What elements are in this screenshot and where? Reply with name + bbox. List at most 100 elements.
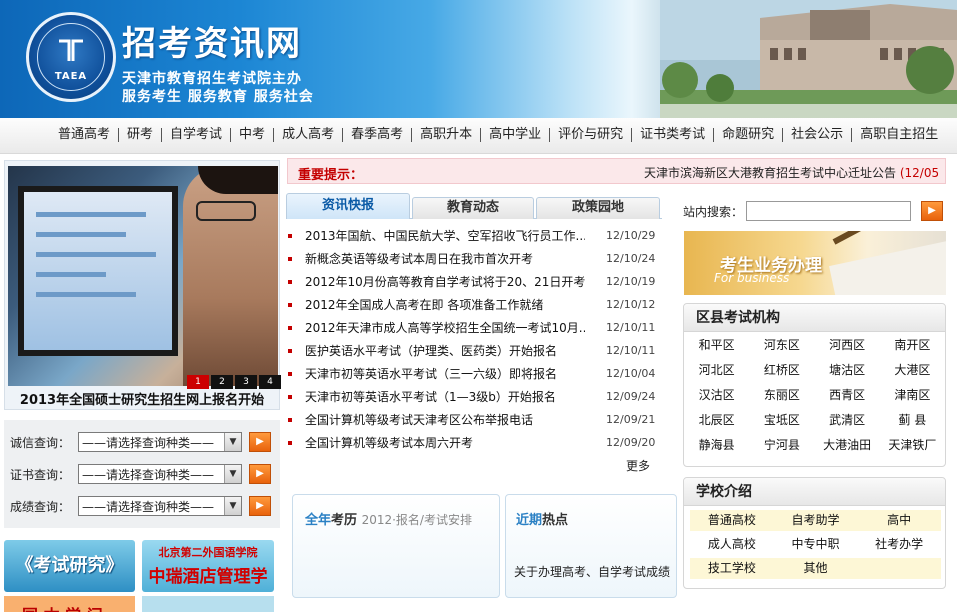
slide-pager: 1 2 3 4 (185, 375, 281, 389)
tab-news-flash[interactable]: 资讯快报 (286, 193, 410, 219)
district-link[interactable]: 静海县 (684, 436, 749, 455)
search-input[interactable] (746, 201, 911, 221)
news-date: 12/09/20 (606, 436, 656, 449)
more-link[interactable]: 更多 (626, 457, 650, 474)
school-link[interactable]: 普通高校 (690, 510, 774, 531)
exam-calendar-box[interactable]: 全年考历 2012·报名/考试安排 (292, 494, 500, 598)
nav-item-public-notice[interactable]: 社会公示 (783, 128, 853, 142)
pen-icon (832, 231, 933, 245)
bottom-left-banner[interactable]: 国 本 学 问 (4, 596, 135, 612)
news-title[interactable]: 新概念英语等级考试本周日在我市首次开考 (305, 249, 585, 269)
nav-item-evaluation[interactable]: 评价与研究 (550, 128, 633, 142)
nav-item-vocational-admission[interactable]: 高职自主招生 (852, 128, 946, 142)
district-link[interactable]: 河北区 (684, 361, 749, 380)
district-link[interactable]: 天津铁厂 (880, 436, 945, 455)
slide-page-1[interactable]: 1 (187, 375, 209, 389)
integrity-query-select[interactable]: ——请选择查询种类—— ▼ (78, 432, 242, 452)
slide-page-3[interactable]: 3 (235, 375, 257, 389)
school-link[interactable]: 自考助学 (773, 510, 858, 531)
district-link[interactable]: 津南区 (880, 386, 945, 405)
site-logo[interactable]: TAEA (26, 12, 116, 102)
score-query-label: 成绩查询： (10, 499, 71, 514)
district-link[interactable]: 汉沽区 (684, 386, 749, 405)
district-link[interactable]: 宁河县 (749, 436, 814, 455)
slide-page-2[interactable]: 2 (211, 375, 233, 389)
cert-query-label: 证书查询： (10, 467, 71, 482)
hotel-school-banner[interactable]: 北京第二外国语学院 中瑞酒店管理学院 (142, 540, 274, 592)
site-subtitle-organizer: 天津市教育招生考试院主办 (122, 71, 302, 87)
district-link[interactable]: 东丽区 (749, 386, 814, 405)
district-link[interactable]: 大港油田 (815, 436, 880, 455)
news-title[interactable]: 天津市初等英语水平考试（三一六级）即将报名 (305, 364, 585, 384)
list-item: 天津市初等英语水平考试（1—3级b）开始报名 12/09/24 (288, 387, 662, 410)
building-photo (660, 0, 957, 118)
school-link[interactable]: 其他 (773, 558, 858, 579)
school-link[interactable]: 成人高校 (690, 534, 774, 555)
district-link[interactable]: 西青区 (815, 386, 880, 405)
cert-query-row: 证书查询： ——请选择查询种类—— ▼ ▶ (10, 464, 271, 484)
news-title[interactable]: 2012年10月份高等教育自学考试将于20、21日开考 (305, 272, 585, 292)
news-date: 12/10/24 (606, 252, 656, 265)
chevron-down-icon[interactable]: ▼ (224, 433, 241, 451)
nav-item-zhongkao[interactable]: 中考 (231, 128, 275, 142)
site-title: 招考资讯网 (122, 24, 302, 64)
district-link[interactable]: 和平区 (684, 336, 749, 355)
bottom-right-banner[interactable] (142, 596, 274, 612)
district-link[interactable]: 北辰区 (684, 411, 749, 430)
district-link[interactable]: 宝坻区 (749, 411, 814, 430)
score-query-button[interactable]: ▶ (249, 496, 271, 516)
nav-item-self-study[interactable]: 自学考试 (162, 128, 232, 142)
cert-query-button[interactable]: ▶ (249, 464, 271, 484)
tab-education-news[interactable]: 教育动态 (412, 197, 534, 219)
query-panel: 诚信查询： ——请选择查询种类—— ▼ ▶ 证书查询： ——请选择查询种类—— … (4, 420, 280, 528)
school-link[interactable]: 中专中职 (773, 534, 858, 555)
slide-page-4[interactable]: 4 (259, 375, 281, 389)
nav-item-question-research[interactable]: 命题研究 (714, 128, 784, 142)
news-title[interactable]: 医护英语水平考试（护理类、医药类）开始报名 (305, 341, 585, 361)
school-panel-title: 学校介绍 (684, 478, 945, 506)
exam-research-banner[interactable]: 《考试研究》 (4, 540, 135, 592)
news-title[interactable]: 2013年国航、中国民航大学、空军招收飞行员工作... (305, 226, 585, 246)
site-slogan: 服务考生 服务教育 服务社会 (122, 89, 314, 105)
candidate-business-banner[interactable]: 考生业务办理 For business (684, 231, 946, 295)
district-link[interactable]: 蓟 县 (880, 411, 945, 430)
district-link[interactable]: 南开区 (880, 336, 945, 355)
school-link[interactable]: 高中 (857, 510, 941, 531)
chevron-down-icon[interactable]: ▼ (224, 465, 241, 483)
district-link[interactable]: 塘沽区 (815, 361, 880, 380)
news-title[interactable]: 天津市初等英语水平考试（1—3级b）开始报名 (305, 387, 585, 407)
news-title[interactable]: 全国计算机等级考试天津考区公布举报电话 (305, 410, 585, 430)
important-notice: 重要提示： 天津市滨海新区大港教育招生考试中心迁址公告 (12/05 (287, 158, 946, 184)
list-item: 2013年国航、中国民航大学、空军招收飞行员工作... 12/10/29 (288, 226, 662, 249)
nav-item-spring-exam[interactable]: 春季高考 (343, 128, 413, 142)
score-query-select[interactable]: ——请选择查询种类—— ▼ (78, 496, 242, 516)
news-title[interactable]: 2012年全国成人高考在即 各项准备工作就绪 (305, 295, 585, 315)
nav-item-gaokao[interactable]: 普通高考 (50, 128, 120, 142)
nav-item-yankao[interactable]: 研考 (119, 128, 163, 142)
notice-marquee[interactable]: 天津市滨海新区大港教育招生考试中心迁址公告 (12/05 (644, 164, 939, 181)
search-button[interactable]: ▶ (921, 201, 943, 221)
news-title[interactable]: 2012年天津市成人高等学校招生全国统一考试10月... (305, 318, 585, 338)
notice-date: (12/05 (899, 166, 940, 180)
cert-query-select[interactable]: ——请选择查询种类—— ▼ (78, 464, 242, 484)
district-link[interactable]: 武清区 (815, 411, 880, 430)
news-list: 2013年国航、中国民航大学、空军招收飞行员工作... 12/10/29 新概念英… (288, 226, 662, 456)
hot-topic-link[interactable]: 关于办理高考、自学考试成绩 (514, 563, 670, 580)
news-title[interactable]: 全国计算机等级考试本周六开考 (305, 433, 585, 453)
chevron-down-icon[interactable]: ▼ (224, 497, 241, 515)
nav-item-adult-exam[interactable]: 成人高考 (274, 128, 344, 142)
integrity-query-button[interactable]: ▶ (249, 432, 271, 452)
district-link[interactable]: 河西区 (815, 336, 880, 355)
nav-item-high-school[interactable]: 高中学业 (481, 128, 551, 142)
district-link[interactable]: 红桥区 (749, 361, 814, 380)
tab-policy[interactable]: 政策园地 (536, 197, 660, 219)
district-link[interactable]: 河东区 (749, 336, 814, 355)
exam-calendar-heading: 全年考历 2012·报名/考试安排 (305, 513, 472, 528)
school-link[interactable]: 社考办学 (857, 534, 941, 555)
slide-image[interactable] (8, 166, 278, 386)
nav-item-upgrade[interactable]: 高职升本 (412, 128, 482, 142)
slide-caption[interactable]: 2013年全国硕士研究生招生网上报名开始 (5, 389, 279, 408)
nav-item-certificates[interactable]: 证书类考试 (632, 128, 715, 142)
school-link[interactable]: 技工学校 (690, 558, 774, 579)
district-link[interactable]: 大港区 (880, 361, 945, 380)
